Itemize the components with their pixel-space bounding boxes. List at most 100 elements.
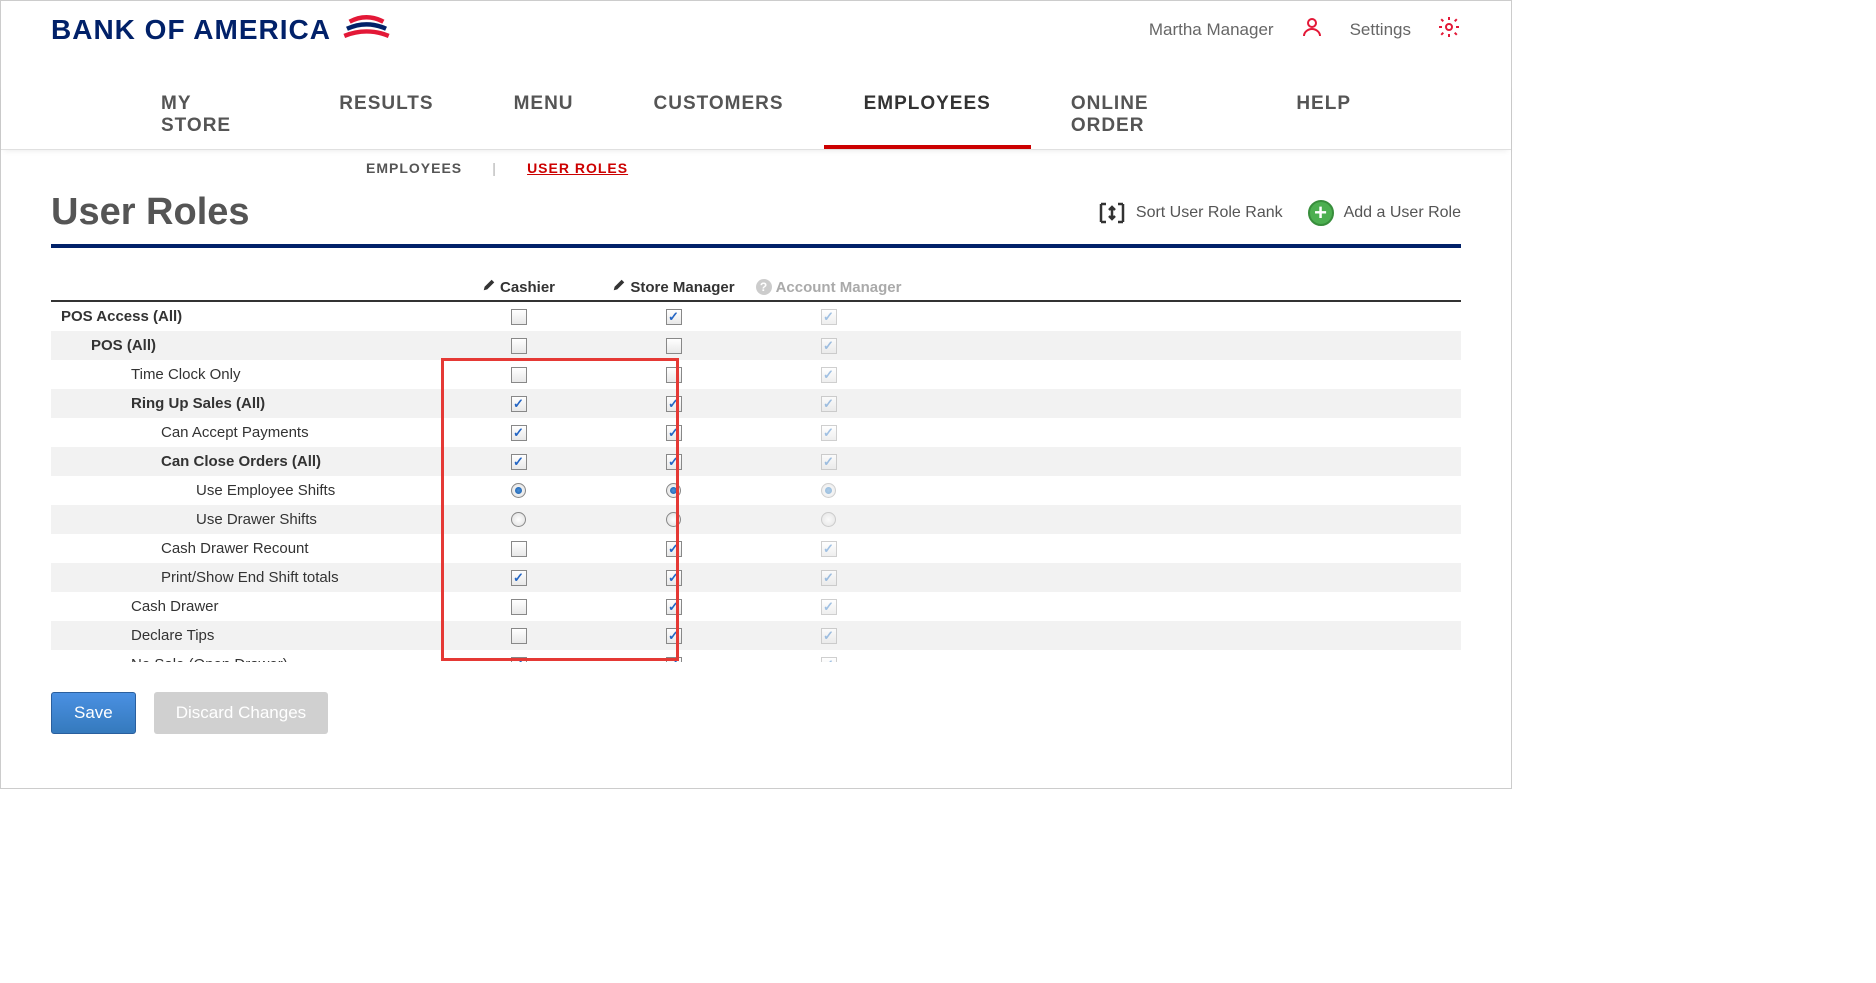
nav-item-help[interactable]: HELP — [1256, 83, 1391, 149]
nav-item-customers[interactable]: CUSTOMERS — [614, 83, 824, 149]
permission-row: Declare Tips — [51, 621, 1461, 650]
permission-checkbox[interactable] — [511, 657, 527, 663]
sort-rank-icon — [1098, 201, 1126, 225]
nav-item-menu[interactable]: MENU — [474, 83, 614, 149]
permission-checkbox[interactable] — [666, 367, 682, 383]
permission-row: Cash Drawer — [51, 592, 1461, 621]
permission-checkbox[interactable] — [511, 570, 527, 586]
permission-checkbox[interactable] — [666, 454, 682, 470]
permission-checkbox[interactable] — [511, 599, 527, 615]
permission-cell — [441, 483, 596, 498]
permission-checkbox[interactable] — [666, 657, 682, 663]
sort-rank-button[interactable]: Sort User Role Rank — [1098, 201, 1283, 225]
permission-row: Use Drawer Shifts — [51, 505, 1461, 534]
permission-cell — [441, 628, 596, 644]
permission-cell — [441, 512, 596, 527]
discard-button[interactable]: Discard Changes — [154, 692, 328, 734]
add-role-button[interactable]: + Add a User Role — [1308, 200, 1461, 226]
permission-label: Cash Drawer — [51, 598, 441, 615]
permission-checkbox — [821, 570, 837, 586]
permission-checkbox[interactable] — [511, 338, 527, 354]
permission-cell — [751, 396, 906, 412]
user-name[interactable]: Martha Manager — [1149, 20, 1274, 40]
permission-cell — [441, 541, 596, 557]
permission-checkbox — [821, 338, 837, 354]
permission-checkbox[interactable] — [511, 309, 527, 325]
permission-cell — [596, 425, 751, 441]
permission-checkbox[interactable] — [511, 367, 527, 383]
sub-nav: EMPLOYEES | USER ROLES — [1, 150, 1511, 186]
permission-label: Print/Show End Shift totals — [51, 569, 441, 586]
save-button[interactable]: Save — [51, 692, 136, 734]
permission-cell — [751, 309, 906, 325]
subnav-item-employees[interactable]: EMPLOYEES — [366, 160, 462, 176]
permission-cell — [441, 657, 596, 663]
role-name: Store Manager — [630, 279, 734, 296]
permission-cell — [441, 367, 596, 383]
permission-cell — [751, 570, 906, 586]
pencil-icon — [612, 278, 626, 296]
permission-checkbox[interactable] — [666, 628, 682, 644]
nav-item-results[interactable]: RESULTS — [299, 83, 473, 149]
permission-radio[interactable] — [511, 483, 526, 498]
nav-item-my-store[interactable]: MY STORE — [121, 83, 299, 149]
permission-label: Use Drawer Shifts — [51, 511, 441, 528]
header: BANK OF AMERICA Martha Manager Settings — [1, 1, 1511, 48]
permission-radio — [821, 512, 836, 527]
permission-radio[interactable] — [666, 483, 681, 498]
permission-row: Can Accept Payments — [51, 418, 1461, 447]
help-icon: ? — [756, 279, 772, 295]
permission-cell — [441, 396, 596, 412]
permission-cell — [441, 425, 596, 441]
permission-checkbox[interactable] — [666, 396, 682, 412]
brand-logo: BANK OF AMERICA — [51, 11, 394, 48]
permission-checkbox[interactable] — [511, 396, 527, 412]
role-name: Cashier — [500, 279, 555, 296]
permission-cell — [596, 338, 751, 354]
permission-cell — [596, 628, 751, 644]
role-column-account-manager[interactable]: ?Account Manager — [751, 278, 906, 300]
permission-cell — [751, 599, 906, 615]
permission-row: Use Employee Shifts — [51, 476, 1461, 505]
permission-row: Cash Drawer Recount — [51, 534, 1461, 563]
role-name: Account Manager — [776, 279, 902, 296]
permission-cell — [751, 483, 906, 498]
permission-cell — [441, 570, 596, 586]
logo-flag-icon — [339, 11, 394, 48]
permission-cell — [751, 628, 906, 644]
subnav-separator: | — [492, 160, 497, 176]
permission-radio[interactable] — [511, 512, 526, 527]
permission-cell — [751, 512, 906, 527]
permission-checkbox[interactable] — [511, 454, 527, 470]
permission-label: Cash Drawer Recount — [51, 540, 441, 557]
permission-checkbox[interactable] — [666, 570, 682, 586]
permission-label: Time Clock Only — [51, 366, 441, 383]
role-column-cashier[interactable]: Cashier — [441, 278, 596, 300]
permission-cell — [596, 599, 751, 615]
permission-checkbox[interactable] — [511, 628, 527, 644]
settings-link[interactable]: Settings — [1350, 20, 1411, 40]
user-icon[interactable] — [1300, 15, 1324, 44]
role-column-store-manager[interactable]: Store Manager — [596, 278, 751, 300]
permission-checkbox[interactable] — [666, 309, 682, 325]
permission-radio — [821, 483, 836, 498]
permission-label: Can Accept Payments — [51, 424, 441, 441]
permission-checkbox[interactable] — [666, 599, 682, 615]
permissions-scroll[interactable]: POS Access (All)POS (All)Time Clock Only… — [51, 302, 1461, 662]
permission-cell — [751, 425, 906, 441]
permission-row: Ring Up Sales (All) — [51, 389, 1461, 418]
permission-checkbox[interactable] — [666, 338, 682, 354]
permission-cell — [441, 309, 596, 325]
nav-item-employees[interactable]: EMPLOYEES — [824, 83, 1031, 149]
nav-item-online-order[interactable]: ONLINE ORDER — [1031, 83, 1256, 149]
permission-row: POS Access (All) — [51, 302, 1461, 331]
permission-checkbox[interactable] — [511, 541, 527, 557]
permission-label: Can Close Orders (All) — [51, 453, 441, 470]
permission-radio[interactable] — [666, 512, 681, 527]
permission-checkbox[interactable] — [511, 425, 527, 441]
permission-checkbox[interactable] — [666, 425, 682, 441]
permission-checkbox[interactable] — [666, 541, 682, 557]
gear-icon[interactable] — [1437, 15, 1461, 44]
subnav-item-user-roles[interactable]: USER ROLES — [527, 160, 628, 176]
permission-label: POS Access (All) — [51, 308, 441, 325]
